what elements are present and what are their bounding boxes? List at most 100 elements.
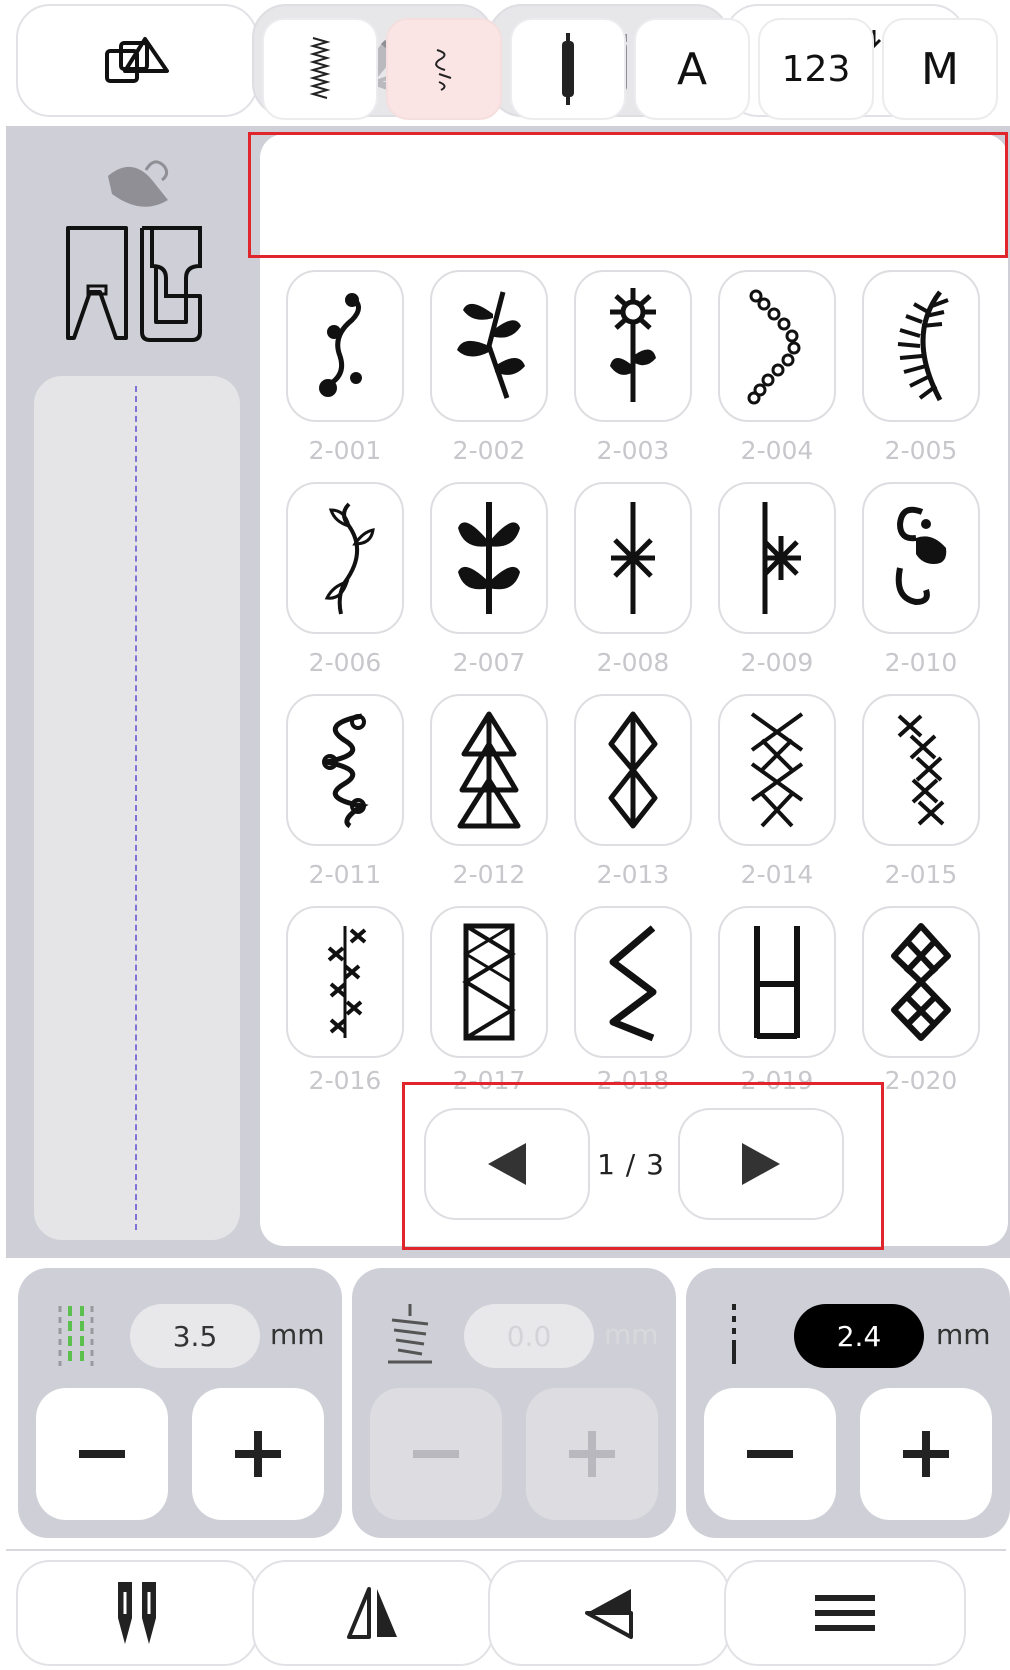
pattern-2-006[interactable] [286,482,404,634]
minus-icon [413,1431,459,1477]
pattern-2-015[interactable] [862,694,980,846]
prev-page-button[interactable] [424,1108,590,1220]
star-stem-icon [611,502,655,614]
pattern-code: 2-014 [740,860,814,889]
pattern-code: 2-016 [308,1066,382,1095]
tension-value: 0.0 [464,1304,594,1368]
stitch-length-icon [732,1304,736,1364]
pattern-2-014[interactable] [718,694,836,846]
tension-control: 0.0 mm [352,1268,676,1538]
flower-chain-icon [747,289,801,405]
pattern-2-007[interactable] [430,482,548,634]
pattern-code: 2-006 [308,648,382,677]
plus-icon [903,1431,949,1477]
plus-icon [235,1431,281,1477]
fern-icon [897,290,949,402]
diamond-chain-icon [608,711,658,829]
pattern-2-020[interactable] [862,906,980,1058]
tab-memory[interactable]: M [882,18,998,120]
scroll-dots-icon [319,293,362,397]
vine-icon [324,502,375,615]
pattern-code: 2-012 [452,860,526,889]
pattern-code: 2-010 [884,648,958,677]
pattern-2-011[interactable] [286,694,404,846]
tab-alphabet[interactable]: A [634,18,750,120]
decorative-stitch-icon [435,49,452,91]
pattern-2-010[interactable] [862,482,980,634]
tab-numbers-label: 123 [781,48,851,90]
pattern-code: 2-004 [740,436,814,465]
minus-icon [79,1431,125,1477]
ladder-icon [754,926,800,1039]
pattern-2-004[interactable] [718,270,836,422]
tab-straight-stitch[interactable] [262,18,378,120]
stitch-copy-button[interactable] [16,4,258,117]
foot-pedal-icon [108,160,169,207]
plus-icon [569,1431,615,1477]
stitch-length-increase-button[interactable] [860,1388,992,1520]
pattern-2-019[interactable] [718,906,836,1058]
menu-button[interactable] [724,1560,966,1666]
tension-icon [388,1304,432,1364]
pattern-code: 2-017 [452,1066,526,1095]
tension-unit: mm [604,1318,659,1351]
pattern-2-009[interactable] [718,482,836,634]
tab-alphabet-label: A [676,43,708,95]
pattern-code: 2-019 [740,1066,814,1095]
presser-foot-icon [66,226,202,342]
reverse-direction-icon [585,1589,633,1639]
stitch-length-value[interactable]: 2.4 [794,1304,924,1368]
straight-stitch-icon [309,37,331,99]
stitch-width-icon [58,1306,94,1366]
stitch-width-control: 3.5 mm [18,1268,342,1538]
pattern-code: 2-002 [452,436,526,465]
pattern-2-013[interactable] [574,694,692,846]
seam-preview [34,376,240,1240]
left-panel [6,126,256,1258]
stitch-length-control: 2.4 mm [686,1268,1010,1538]
leaf-branch-icon [457,291,525,399]
loop-chain-icon [322,713,369,829]
pattern-2-016[interactable] [286,906,404,1058]
pattern-2-017[interactable] [430,906,548,1058]
stitch-width-decrease-button[interactable] [36,1388,168,1520]
pattern-code: 2-001 [308,436,382,465]
tension-increase-button[interactable] [526,1388,658,1520]
cross-diamond-icon [750,712,804,828]
tab-decorative-stitch[interactable] [386,18,502,120]
zigzag-icon [609,925,657,1042]
pattern-2-008[interactable] [574,482,692,634]
pattern-2-002[interactable] [430,270,548,422]
twin-needle-button[interactable] [16,1560,258,1666]
tension-decrease-button[interactable] [370,1388,502,1520]
stitch-copy-icon [105,36,169,83]
tab-buttonhole[interactable] [510,18,626,120]
triangle-tree-icon [457,711,521,829]
pattern-2-003[interactable] [574,270,692,422]
pattern-code: 2-018 [596,1066,670,1095]
pattern-code: 2-015 [884,860,958,889]
stitch-length-unit: mm [936,1318,991,1351]
zigzag-box-icon [462,923,516,1041]
lattice-icon [891,923,951,1041]
mirror-button[interactable] [252,1560,494,1666]
pattern-code: 2-003 [596,436,670,465]
pattern-code: 2-013 [596,860,670,889]
reverse-direction-button[interactable] [488,1560,730,1666]
pattern-2-005[interactable] [862,270,980,422]
stitch-width-increase-button[interactable] [192,1388,324,1520]
tab-numbers[interactable]: 123 [758,18,874,120]
next-page-button[interactable] [678,1108,844,1220]
pattern-code: 2-007 [452,648,526,677]
arrow-right-icon [742,1143,780,1185]
leaf-stem-icon [458,502,520,614]
menu-icon [815,1595,875,1631]
pattern-2-012[interactable] [430,694,548,846]
stitch-length-decrease-button[interactable] [704,1388,836,1520]
stitch-seam-icon [135,386,137,1230]
divider [6,1549,1006,1551]
pattern-code: 2-008 [596,648,670,677]
stitch-width-value: 3.5 [130,1304,260,1368]
pattern-2-018[interactable] [574,906,692,1058]
pattern-2-001[interactable] [286,270,404,422]
